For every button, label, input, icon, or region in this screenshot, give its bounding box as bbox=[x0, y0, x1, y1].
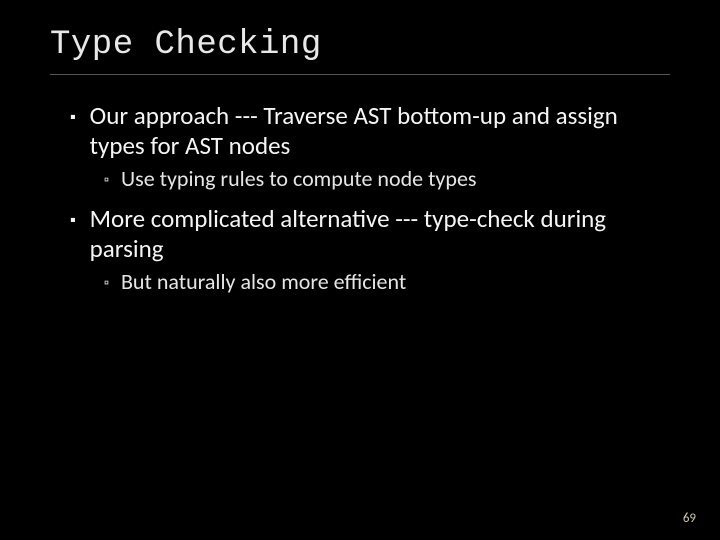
title-container: Type Checking bbox=[0, 0, 720, 68]
sub-bullet-item: ▫ Use typing rules to compute node types bbox=[104, 165, 660, 194]
slide: Type Checking ▪ Our approach --- Travers… bbox=[0, 0, 720, 540]
slide-title: Type Checking bbox=[50, 26, 670, 64]
sub-bullet-text: But naturally also more efficient bbox=[121, 268, 406, 295]
slide-content: ▪ Our approach --- Traverse AST bottom-u… bbox=[0, 75, 720, 297]
sub-bullet-text: Use typing rules to compute node types bbox=[121, 165, 477, 192]
sub-bullet-item: ▫ But naturally also more efficient bbox=[104, 268, 660, 297]
bullet-item: ▪ More complicated alternative --- type-… bbox=[70, 204, 660, 264]
hollow-square-bullet-icon: ▫ bbox=[104, 269, 109, 297]
bullet-item: ▪ Our approach --- Traverse AST bottom-u… bbox=[70, 101, 660, 161]
bullet-text: Our approach --- Traverse AST bottom-up … bbox=[90, 101, 660, 161]
square-bullet-icon: ▪ bbox=[70, 103, 76, 133]
square-bullet-icon: ▪ bbox=[70, 206, 76, 236]
hollow-square-bullet-icon: ▫ bbox=[104, 166, 109, 194]
bullet-text: More complicated alternative --- type-ch… bbox=[90, 204, 660, 264]
page-number: 69 bbox=[683, 511, 696, 526]
